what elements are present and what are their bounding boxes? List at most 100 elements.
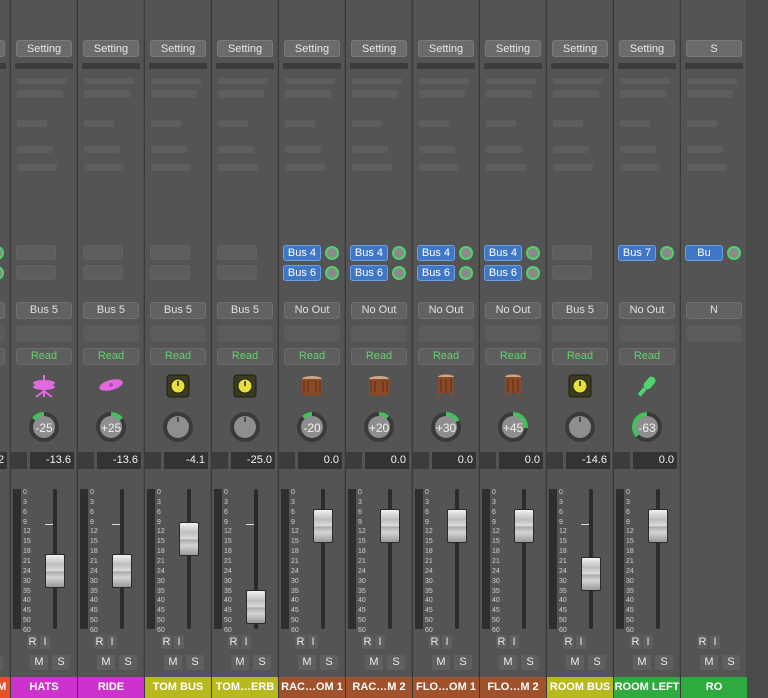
record-enable-button[interactable]: R xyxy=(429,635,440,649)
group-slot[interactable] xyxy=(150,325,206,342)
empty-send-slot[interactable] xyxy=(83,245,123,260)
pan-knob[interactable] xyxy=(160,409,196,445)
track-name[interactable]: HATS xyxy=(11,677,77,698)
volume-readout[interactable]: -13.6 xyxy=(97,452,141,469)
send-slot-button[interactable]: Bus 4 xyxy=(283,245,321,261)
volume-readout[interactable]: -4.1 xyxy=(164,452,208,469)
group-slot[interactable] xyxy=(16,325,72,342)
input-monitor-button[interactable]: I xyxy=(375,635,385,649)
automation-mode-button[interactable]: Read xyxy=(619,348,675,365)
send-slot-button[interactable]: Bus 7 xyxy=(618,245,656,261)
volume-fader[interactable] xyxy=(648,509,668,543)
solo-button[interactable]: S xyxy=(253,655,271,670)
volume-readout[interactable]: 0.0 xyxy=(499,452,543,469)
automation-mode-button[interactable]: Read xyxy=(418,348,474,365)
setting-button[interactable]: Setting xyxy=(150,40,206,57)
volume-fader[interactable] xyxy=(112,553,132,588)
pan-knob[interactable] xyxy=(227,409,263,445)
setting-button[interactable]: Setting xyxy=(485,40,541,57)
solo-button[interactable]: S xyxy=(521,655,539,670)
volume-readout[interactable]: 0.0 xyxy=(298,452,342,469)
solo-button[interactable]: S xyxy=(722,655,740,670)
send-slot-button[interactable]: Bus 6 xyxy=(350,265,388,281)
volume-fader[interactable] xyxy=(179,522,199,557)
solo-button[interactable]: S xyxy=(119,655,137,670)
send-level-knob[interactable] xyxy=(392,266,406,280)
mute-button[interactable]: M xyxy=(365,655,383,670)
record-enable-button[interactable]: R xyxy=(228,635,239,649)
track-name[interactable]: RO xyxy=(681,677,747,698)
send-level-knob[interactable] xyxy=(325,246,339,260)
record-enable-button[interactable]: R xyxy=(94,635,105,649)
output-button[interactable]: Bus 5 xyxy=(83,302,139,319)
track-name[interactable]: RAC…M 2 xyxy=(346,677,412,698)
send-level-knob[interactable] xyxy=(0,266,4,280)
track-name[interactable]: TOM BUS xyxy=(145,677,211,698)
send-level-knob[interactable] xyxy=(727,246,741,260)
group-slot[interactable] xyxy=(217,325,273,342)
send-slot-button[interactable]: Bus 6 xyxy=(484,265,522,281)
empty-send-slot[interactable] xyxy=(16,245,56,260)
automation-mode-button[interactable]: Read xyxy=(0,348,5,365)
track-name[interactable]: FLO…M 2 xyxy=(480,677,546,698)
group-slot[interactable] xyxy=(83,325,139,342)
input-monitor-button[interactable]: I xyxy=(241,635,251,649)
input-monitor-button[interactable]: I xyxy=(576,635,586,649)
empty-send-slot[interactable] xyxy=(150,265,190,280)
solo-button[interactable]: S xyxy=(320,655,338,670)
input-monitor-button[interactable]: I xyxy=(710,635,720,649)
empty-send-slot[interactable] xyxy=(83,265,123,280)
send-level-knob[interactable] xyxy=(526,246,540,260)
solo-button[interactable]: S xyxy=(387,655,405,670)
track-name[interactable]: SNA…TOM xyxy=(0,677,10,698)
automation-mode-button[interactable]: Read xyxy=(83,348,139,365)
solo-button[interactable]: S xyxy=(0,655,3,670)
group-slot[interactable] xyxy=(619,325,675,342)
output-button[interactable]: Bus 5 xyxy=(552,302,608,319)
group-slot[interactable] xyxy=(351,325,407,342)
group-slot[interactable] xyxy=(485,325,541,342)
automation-mode-button[interactable]: Read xyxy=(552,348,608,365)
setting-button[interactable]: Setting xyxy=(83,40,139,57)
solo-button[interactable]: S xyxy=(655,655,673,670)
input-monitor-button[interactable]: I xyxy=(40,635,50,649)
volume-fader[interactable] xyxy=(447,509,467,543)
record-enable-button[interactable]: R xyxy=(496,635,507,649)
group-slot[interactable] xyxy=(0,325,5,342)
send-slot-button[interactable]: Bus 6 xyxy=(417,265,455,281)
volume-fader[interactable] xyxy=(246,589,266,624)
volume-readout[interactable]: -25.0 xyxy=(231,452,275,469)
send-level-knob[interactable] xyxy=(660,246,674,260)
track-name[interactable]: ROOM LEFT xyxy=(614,677,680,698)
mute-button[interactable]: M xyxy=(700,655,718,670)
send-level-knob[interactable] xyxy=(392,246,406,260)
output-button[interactable]: Bus 5 xyxy=(16,302,72,319)
send-level-knob[interactable] xyxy=(526,266,540,280)
mute-button[interactable]: M xyxy=(298,655,316,670)
record-enable-button[interactable]: R xyxy=(563,635,574,649)
send-slot-button[interactable]: Bus 4 xyxy=(484,245,522,261)
send-level-knob[interactable] xyxy=(459,266,473,280)
volume-readout[interactable]: -14.2 xyxy=(0,452,7,469)
empty-send-slot[interactable] xyxy=(150,245,190,260)
setting-button[interactable]: S xyxy=(686,40,742,57)
track-name[interactable]: RAC…OM 1 xyxy=(279,677,345,698)
track-name[interactable]: FLO…OM 1 xyxy=(413,677,479,698)
output-button[interactable]: Bus 5 xyxy=(150,302,206,319)
mute-button[interactable]: M xyxy=(231,655,249,670)
output-button[interactable]: No Out xyxy=(418,302,474,319)
volume-readout[interactable]: 0.0 xyxy=(633,452,677,469)
send-slot-button[interactable]: Bus 4 xyxy=(417,245,455,261)
output-button[interactable]: No Out xyxy=(485,302,541,319)
setting-button[interactable]: Setting xyxy=(619,40,675,57)
setting-button[interactable]: Setting xyxy=(552,40,608,57)
volume-readout[interactable]: 0.0 xyxy=(365,452,409,469)
automation-mode-button[interactable]: Read xyxy=(217,348,273,365)
output-button[interactable]: Bus 5 xyxy=(217,302,273,319)
group-slot[interactable] xyxy=(284,325,340,342)
mute-button[interactable]: M xyxy=(633,655,651,670)
mute-button[interactable]: M xyxy=(164,655,182,670)
solo-button[interactable]: S xyxy=(186,655,204,670)
empty-send-slot[interactable] xyxy=(217,265,257,280)
mute-button[interactable]: M xyxy=(566,655,584,670)
